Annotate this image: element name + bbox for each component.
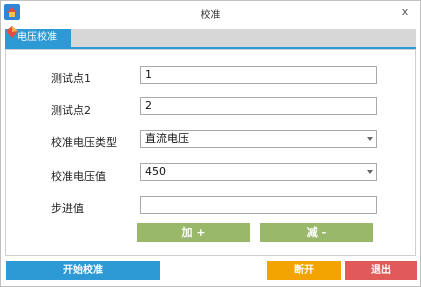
subtract-button[interactable]: 减 - [260, 223, 373, 242]
step-value-input[interactable] [140, 196, 377, 214]
disconnect-button[interactable]: 断开 [267, 261, 341, 280]
chevron-down-icon [367, 137, 373, 141]
calibration-window: 校准 x 电压校准 测试点1 1 测试点2 2 校准电压类型 直流电压 校准电压… [0, 0, 421, 287]
tab-voltage-calibration[interactable]: 电压校准 [5, 26, 71, 47]
close-button[interactable]: x [399, 6, 411, 18]
test-point-1-input[interactable]: 1 [140, 66, 377, 84]
tab-gem-icon [6, 26, 18, 38]
exit-button[interactable]: 退出 [345, 261, 417, 280]
window-title: 校准 [200, 10, 221, 21]
step-value-label: 步进值 [51, 202, 84, 215]
tab-label: 电压校准 [17, 32, 57, 43]
voltage-type-select[interactable]: 直流电压 [140, 130, 377, 148]
voltage-type-value: 直流电压 [145, 132, 189, 145]
voltage-type-label: 校准电压类型 [51, 136, 117, 149]
voltage-value-label: 校准电压值 [51, 170, 106, 183]
test-point-2-label: 测试点2 [51, 104, 91, 117]
voltage-value-select[interactable]: 450 [140, 163, 377, 181]
tab-bar: 电压校准 [5, 26, 416, 49]
start-calibration-button[interactable]: 开始校准 [6, 261, 160, 280]
chevron-down-icon [367, 170, 373, 174]
add-button[interactable]: 加 + [137, 223, 250, 242]
voltage-value-value: 450 [145, 165, 166, 178]
title-bar: 校准 x [1, 1, 420, 25]
test-point-1-label: 测试点1 [51, 72, 91, 85]
test-point-2-input[interactable]: 2 [140, 97, 377, 115]
